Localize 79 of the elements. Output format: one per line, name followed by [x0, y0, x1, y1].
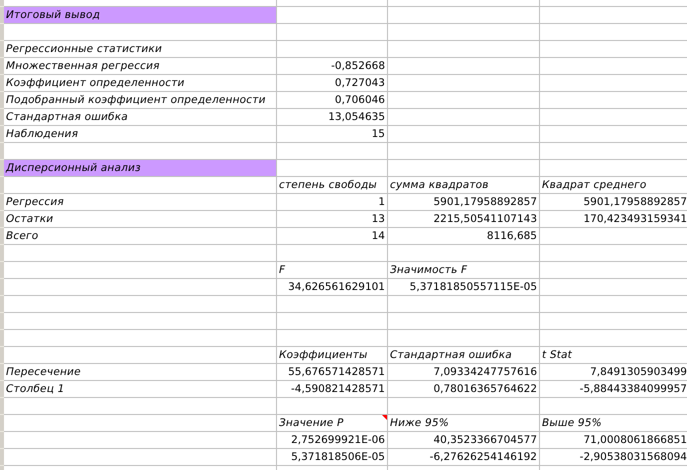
row-header[interactable]	[0, 126, 4, 143]
row-header[interactable]	[0, 228, 4, 245]
table-cell[interactable]: -4,590821428571	[277, 381, 387, 397]
table-cell[interactable]: 7,09334247757616	[388, 364, 539, 380]
table-cell[interactable]: Дисперсионный анализ	[4, 160, 276, 176]
table-cell[interactable]: 1	[277, 194, 387, 210]
table-cell[interactable]: -5,88443384099957	[540, 381, 687, 397]
table-cell[interactable]: Столбец 1	[4, 381, 276, 397]
row-header[interactable]	[0, 92, 4, 109]
table-cell[interactable]: Пересечение	[4, 364, 276, 380]
table-cell[interactable]: Всего	[4, 228, 276, 244]
table-cell[interactable]: 8116,685	[388, 228, 539, 244]
row-header[interactable]	[0, 449, 4, 466]
row-header[interactable]	[0, 194, 4, 211]
table-cell[interactable]: Ниже 95%	[388, 415, 539, 431]
table-cell[interactable]: 0,78016365764622	[388, 381, 539, 397]
table-cell[interactable]: 15	[277, 126, 387, 142]
table-cell[interactable]: Коэффициенты	[277, 347, 387, 363]
table-cell[interactable]: 5901,17958892857	[388, 194, 539, 210]
row-header[interactable]	[0, 75, 4, 92]
table-cell[interactable]: Регрессионные статистики	[4, 41, 276, 57]
table-cell[interactable]: 0,706046	[277, 92, 387, 108]
table-cell[interactable]: 5901,17958892857	[540, 194, 687, 210]
row-header[interactable]	[0, 109, 4, 126]
row-header[interactable]	[0, 58, 4, 75]
row-header[interactable]	[0, 313, 4, 330]
table-cell[interactable]: Итоговый вывод	[4, 7, 276, 23]
table-cell[interactable]: 2215,50541107143	[388, 211, 539, 227]
row-header[interactable]	[0, 432, 4, 449]
table-cell[interactable]: Подобранный коэффициент определенности	[4, 92, 276, 108]
table-cell[interactable]: -6,27626254146192	[388, 449, 539, 465]
table-cell[interactable]: 5,37181850557115E-05	[388, 279, 539, 295]
table-cell[interactable]: Значимость F	[388, 262, 539, 278]
row-header[interactable]	[0, 330, 4, 347]
table-cell[interactable]: -2,90538031568094	[540, 449, 687, 465]
row-header[interactable]	[0, 381, 4, 398]
table-cell[interactable]: Коэффициент определенности	[4, 75, 276, 91]
row-header[interactable]	[0, 143, 4, 160]
table-cell[interactable]: 71,0008061866851	[540, 432, 687, 448]
table-cell[interactable]: 14	[277, 228, 387, 244]
row-header[interactable]	[0, 177, 4, 194]
table-cell[interactable]: 2,752699921E-06	[277, 432, 387, 448]
table-cell[interactable]: 170,423493159341	[540, 211, 687, 227]
row-header[interactable]	[0, 347, 4, 364]
table-cell[interactable]: Остатки	[4, 211, 276, 227]
table-cell[interactable]: Множественная регрессия	[4, 58, 276, 74]
table-cell[interactable]: Квадрат среднего	[540, 177, 687, 193]
table-cell[interactable]: Наблюдения	[4, 126, 276, 142]
row-header[interactable]	[0, 41, 4, 58]
row-header[interactable]	[0, 296, 4, 313]
row-header[interactable]	[0, 262, 4, 279]
table-cell[interactable]: 7,8491305903499	[540, 364, 687, 380]
table-cell[interactable]: 13	[277, 211, 387, 227]
table-cell[interactable]: 40,3523366704577	[388, 432, 539, 448]
table-cell[interactable]: Регрессия	[4, 194, 276, 210]
row-header[interactable]	[0, 0, 4, 7]
table-cell[interactable]: 0,727043	[277, 75, 387, 91]
row-header[interactable]	[0, 24, 4, 41]
table-cell[interactable]: степень свободы	[277, 177, 387, 193]
table-cell[interactable]: 34,626561629101	[277, 279, 387, 295]
table-cell[interactable]: Стандартная ошибка	[388, 347, 539, 363]
row-header[interactable]	[0, 211, 4, 228]
table-cell[interactable]: сумма квадратов	[388, 177, 539, 193]
row-header[interactable]	[0, 364, 4, 381]
row-header[interactable]	[0, 415, 4, 432]
table-cell[interactable]: 13,054635	[277, 109, 387, 125]
table-cell[interactable]: F	[277, 262, 387, 278]
row-header[interactable]	[0, 160, 4, 177]
table-cell[interactable]: Стандартная ошибка	[4, 109, 276, 125]
table-cell[interactable]: 55,676571428571	[277, 364, 387, 380]
row-header[interactable]	[0, 7, 4, 24]
table-cell[interactable]: Выше 95%	[540, 415, 687, 431]
table-cell[interactable]: Значение P	[277, 415, 387, 431]
row-header[interactable]	[0, 398, 4, 415]
row-header[interactable]	[0, 279, 4, 296]
table-cell[interactable]: t Stat	[540, 347, 687, 363]
table-cell[interactable]: -0,852668	[277, 58, 387, 74]
table-cell[interactable]: 5,371818506E-05	[277, 449, 387, 465]
row-header[interactable]	[0, 245, 4, 262]
